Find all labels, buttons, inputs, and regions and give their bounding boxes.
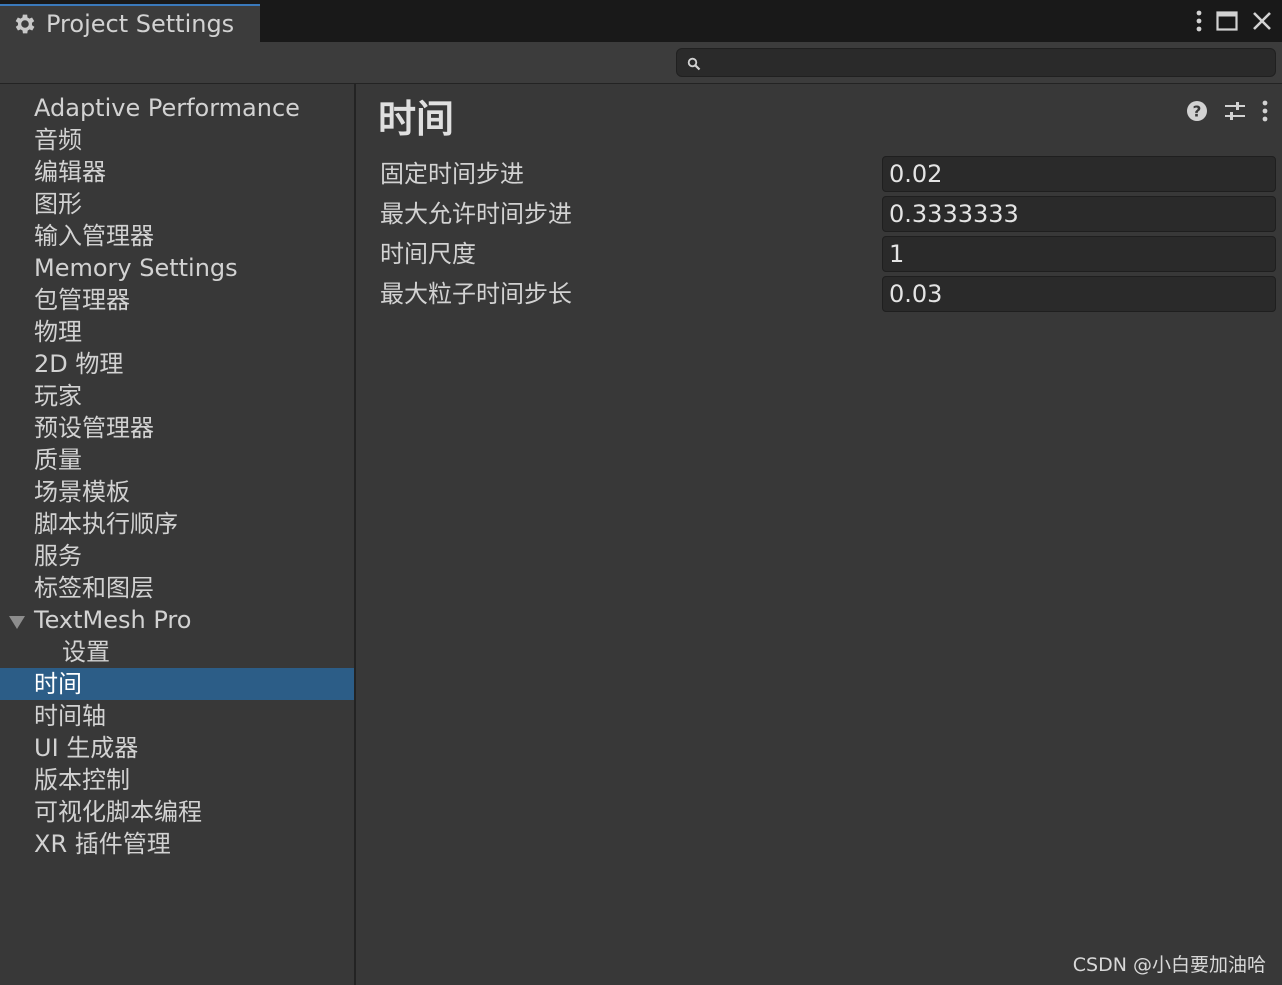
preset-sliders-icon[interactable] xyxy=(1224,100,1246,122)
settings-category-list: Adaptive Performance 音频 编辑器 图形 输入管理器 Mem… xyxy=(0,84,356,985)
sidebar-item-time[interactable]: 时间 xyxy=(0,668,354,700)
project-settings-tab[interactable]: Project Settings xyxy=(0,4,260,42)
max-particle-timestep-label: 最大粒子时间步长 xyxy=(380,280,572,308)
time-scale-label: 时间尺度 xyxy=(380,240,476,268)
sidebar-item-quality[interactable]: 质量 xyxy=(0,444,354,476)
watermark: CSDN @小白要加油哈 xyxy=(1072,954,1266,976)
sidebar-item-player[interactable]: 玩家 xyxy=(0,380,354,412)
sidebar-item-timeline[interactable]: 时间轴 xyxy=(0,700,354,732)
help-icon[interactable]: ? xyxy=(1186,100,1208,122)
window-controls xyxy=(1196,6,1272,36)
sidebar-item-script-execution-order[interactable]: 脚本执行顺序 xyxy=(0,508,354,540)
max-particle-timestep-row: 最大粒子时间步长 xyxy=(356,276,1282,312)
window-tab-bar: Project Settings xyxy=(0,0,1282,42)
sidebar-item-visual-scripting[interactable]: 可视化脚本编程 xyxy=(0,796,354,828)
more-options-icon[interactable] xyxy=(1262,100,1268,122)
more-options-icon[interactable] xyxy=(1196,10,1202,32)
sidebar-item-physics-2d[interactable]: 2D 物理 xyxy=(0,348,354,380)
search-box[interactable] xyxy=(676,48,1276,77)
max-allowed-timestep-label: 最大允许时间步进 xyxy=(380,200,572,228)
sidebar-item-physics[interactable]: 物理 xyxy=(0,316,354,348)
max-allowed-timestep-field[interactable] xyxy=(882,196,1276,232)
settings-content-panel: 时间 ? 固定时间步进 最大允许时间步进 时间尺度 最大粒子时间步长 CSDN … xyxy=(356,84,1282,985)
fixed-timestep-field[interactable] xyxy=(882,156,1276,192)
search-input[interactable] xyxy=(707,51,1271,75)
maximize-icon[interactable] xyxy=(1216,11,1238,31)
fixed-timestep-row: 固定时间步进 xyxy=(356,156,1282,192)
sidebar-item-scene-template[interactable]: 场景模板 xyxy=(0,476,354,508)
search-icon xyxy=(687,56,701,75)
sidebar-item-graphics[interactable]: 图形 xyxy=(0,188,354,220)
sidebar-item-input-manager[interactable]: 输入管理器 xyxy=(0,220,354,252)
close-icon[interactable] xyxy=(1252,11,1272,31)
gear-icon xyxy=(12,11,38,37)
sidebar-item-preset-manager[interactable]: 预设管理器 xyxy=(0,412,354,444)
settings-toolbar xyxy=(0,42,1282,84)
sidebar-item-tags-and-layers[interactable]: 标签和图层 xyxy=(0,572,354,604)
svg-text:?: ? xyxy=(1193,103,1202,121)
sidebar-item-textmesh-settings[interactable]: 设置 xyxy=(0,636,354,668)
sidebar-item-adaptive-performance[interactable]: Adaptive Performance xyxy=(0,92,354,124)
sidebar-item-editor[interactable]: 编辑器 xyxy=(0,156,354,188)
fixed-timestep-label: 固定时间步进 xyxy=(380,160,524,188)
page-title: 时间 xyxy=(378,97,455,141)
sidebar-item-ui-builder[interactable]: UI 生成器 xyxy=(0,732,354,764)
max-particle-timestep-field[interactable] xyxy=(882,276,1276,312)
time-scale-field[interactable] xyxy=(882,236,1276,272)
header-actions: ? xyxy=(1186,100,1268,122)
max-allowed-timestep-row: 最大允许时间步进 xyxy=(356,196,1282,232)
sidebar-item-version-control[interactable]: 版本控制 xyxy=(0,764,354,796)
time-scale-row: 时间尺度 xyxy=(356,236,1282,272)
sidebar-item-services[interactable]: 服务 xyxy=(0,540,354,572)
sidebar-item-xr-plugin-management[interactable]: XR 插件管理 xyxy=(0,828,354,860)
sidebar-item-memory-settings[interactable]: Memory Settings xyxy=(0,252,354,284)
tab-title: Project Settings xyxy=(46,10,235,38)
sidebar-item-textmesh-pro[interactable]: TextMesh Pro xyxy=(0,604,354,636)
sidebar-item-package-manager[interactable]: 包管理器 xyxy=(0,284,354,316)
expand-triangle-icon[interactable] xyxy=(9,616,25,629)
sidebar-item-audio[interactable]: 音频 xyxy=(0,124,354,156)
